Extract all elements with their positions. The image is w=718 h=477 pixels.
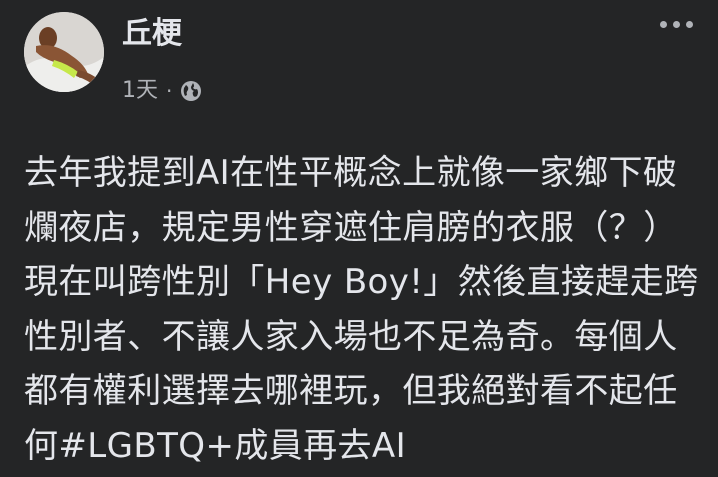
post-text-fragment: 成員再去AI: [234, 425, 407, 466]
more-horizontal-icon: [659, 20, 667, 28]
post-meta: 1天 ·: [122, 76, 202, 106]
hashtag-link[interactable]: #LGBTQ+: [58, 426, 234, 466]
post-body: 去年我提到AI在性平概念上就像一家鄉下破 爛夜店，規定男性穿遮住肩膀的衣服（？）…: [24, 146, 704, 473]
globe-icon[interactable]: [180, 80, 202, 102]
author-name[interactable]: 丘梗: [122, 14, 182, 54]
post-line-last: 何#LGBTQ+成員再去AI: [24, 419, 704, 474]
meta-separator: ·: [166, 79, 173, 103]
post-timestamp[interactable]: 1天: [122, 76, 158, 106]
avatar-photo: [24, 12, 104, 92]
post-text-fragment: 何: [24, 425, 59, 466]
post-line: 都有權利選擇去哪裡玩，但我絕對看不起任: [24, 371, 678, 411]
post-line: 爛夜店，規定男性穿遮住肩膀的衣服（？）: [24, 207, 678, 248]
author-avatar[interactable]: [24, 12, 104, 92]
post-line: 性別者、不讓人家入場也不足為奇。每個人: [24, 316, 678, 357]
post-line: 去年我提到AI在性平概念上就像一家鄉下破: [24, 153, 678, 193]
more-options-button[interactable]: [654, 12, 698, 36]
post-line: 現在叫跨性別「Hey Boy!」然後直接趕走跨: [24, 262, 699, 302]
